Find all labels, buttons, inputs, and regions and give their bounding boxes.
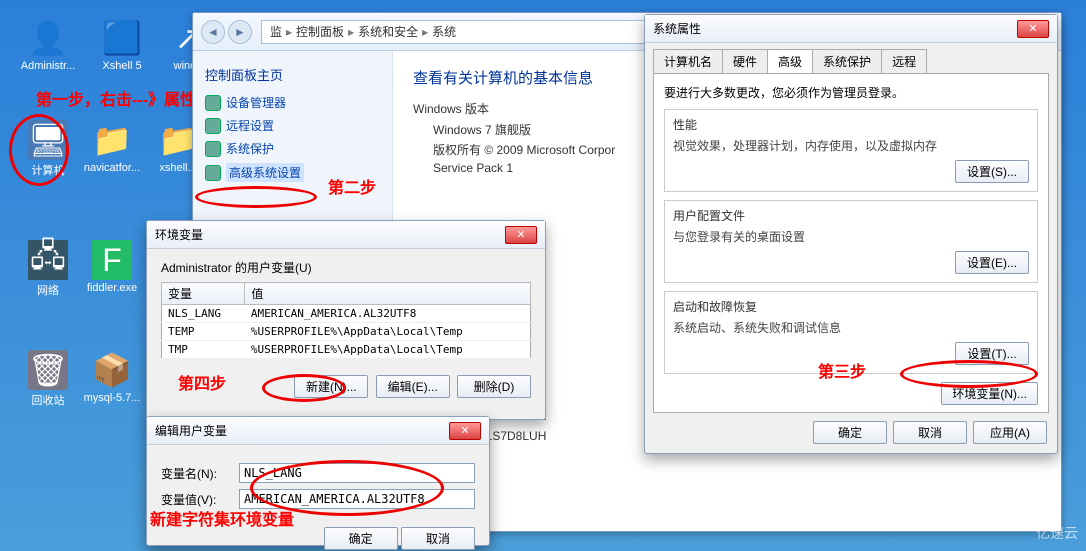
sp-apply-button[interactable]: 应用(A)	[973, 421, 1047, 444]
annotation-circle-new	[262, 374, 346, 402]
user-vars-table[interactable]: 变量值 NLS_LANGAMERICAN_AMERICA.AL32UTF8 TE…	[161, 282, 531, 359]
nav-forward-button[interactable]: ►	[228, 20, 252, 44]
table-row[interactable]: TEMP%USERPROFILE%\AppData\Local\Temp	[162, 323, 531, 341]
folder-icon: 📁	[92, 120, 132, 160]
installer-icon: 📦	[92, 350, 132, 390]
shield-icon	[205, 95, 221, 111]
sp-titlebar[interactable]: 系统属性 ✕	[645, 15, 1057, 43]
shield-icon	[205, 141, 221, 157]
edit-var-button[interactable]: 编辑(E)...	[376, 375, 450, 398]
profile-group: 用户配置文件 与您登录有关的桌面设置 设置(E)...	[664, 200, 1038, 283]
nav-back-button[interactable]: ◄	[201, 20, 225, 44]
annotation-circle-computer	[9, 114, 69, 186]
system-properties-dialog: 系统属性 ✕ 计算机名 硬件 高级 系统保护 远程 要进行大多数更改，您必须作为…	[644, 14, 1058, 454]
env-body: Administrator 的用户变量(U) 变量值 NLS_LANGAMERI…	[147, 249, 545, 369]
recycle-bin-icon: 🗑	[28, 350, 68, 390]
tab-advanced[interactable]: 高级	[767, 49, 813, 73]
env-titlebar[interactable]: 环境变量 ✕	[147, 221, 545, 249]
sidebar-link-device-manager[interactable]: 设备管理器	[205, 94, 380, 111]
annotation-step3: 第三步	[818, 358, 866, 382]
watermark: 亿速云	[1036, 523, 1078, 543]
network-icon: 🖧	[28, 240, 68, 280]
sp-cancel-button[interactable]: 取消	[893, 421, 967, 444]
close-button[interactable]: ✕	[449, 422, 481, 440]
table-row[interactable]: TMP%USERPROFILE%\AppData\Local\Temp	[162, 341, 531, 359]
edit-ok-button[interactable]: 确定	[324, 527, 398, 550]
profile-settings-button[interactable]: 设置(E)...	[955, 251, 1029, 274]
sidebar-link-system-protect[interactable]: 系统保护	[205, 140, 380, 157]
shield-icon	[205, 165, 221, 181]
tab-remote[interactable]: 远程	[881, 49, 927, 73]
annotation-step1: 第一步，右击---》属性	[36, 86, 196, 110]
performance-group: 性能 视觉效果，处理器计划，内存使用，以及虚拟内存 设置(S)...	[664, 109, 1038, 192]
close-button[interactable]: ✕	[505, 226, 537, 244]
desktop-icon-recycle[interactable]: 🗑回收站	[18, 350, 78, 408]
user-icon: 👤	[28, 18, 68, 58]
tab-computer-name[interactable]: 计算机名	[653, 49, 723, 73]
app-icon: 🟦	[102, 18, 142, 58]
perf-settings-button[interactable]: 设置(S)...	[955, 160, 1029, 183]
shield-icon	[205, 118, 221, 134]
desktop-icon-navicat[interactable]: 📁navicatfor...	[82, 120, 142, 174]
sp-ok-button[interactable]: 确定	[813, 421, 887, 444]
desktop-icon-mysql[interactable]: 📦mysql-5.7...	[82, 350, 142, 404]
sp-footer: 确定 取消 应用(A)	[645, 413, 1057, 452]
desktop-icon-admin[interactable]: 👤Administr...	[18, 18, 78, 72]
tab-protect[interactable]: 系统保护	[812, 49, 882, 73]
annotation-circle-advanced	[195, 186, 317, 208]
annotation-step2: 第二步	[328, 174, 376, 198]
breadcrumb-icon: 监	[270, 23, 282, 40]
delete-var-button[interactable]: 删除(D)	[457, 375, 531, 398]
annotation-step4: 第四步	[178, 370, 226, 394]
desktop-icon-fiddler[interactable]: Ffiddler.exe	[82, 240, 142, 294]
annotation-circle-envvar	[900, 360, 1038, 388]
annotation-edit-note: 新建字符集环境变量	[150, 506, 294, 530]
desktop-icon-network[interactable]: 🖧网络	[18, 240, 78, 298]
close-button[interactable]: ✕	[1017, 20, 1049, 38]
tab-hardware[interactable]: 硬件	[722, 49, 768, 73]
table-row[interactable]: NLS_LANGAMERICAN_AMERICA.AL32UTF8	[162, 305, 531, 323]
desktop-icon-xshell5[interactable]: 🟦Xshell 5	[92, 18, 152, 72]
edit-cancel-button[interactable]: 取消	[401, 527, 475, 550]
app-icon: F	[92, 240, 132, 280]
cp-sidebar-title: 控制面板主页	[205, 65, 380, 84]
sidebar-link-remote[interactable]: 远程设置	[205, 117, 380, 134]
sp-tabs: 计算机名 硬件 高级 系统保护 远程	[645, 43, 1057, 73]
edit-titlebar[interactable]: 编辑用户变量 ✕	[147, 417, 489, 445]
